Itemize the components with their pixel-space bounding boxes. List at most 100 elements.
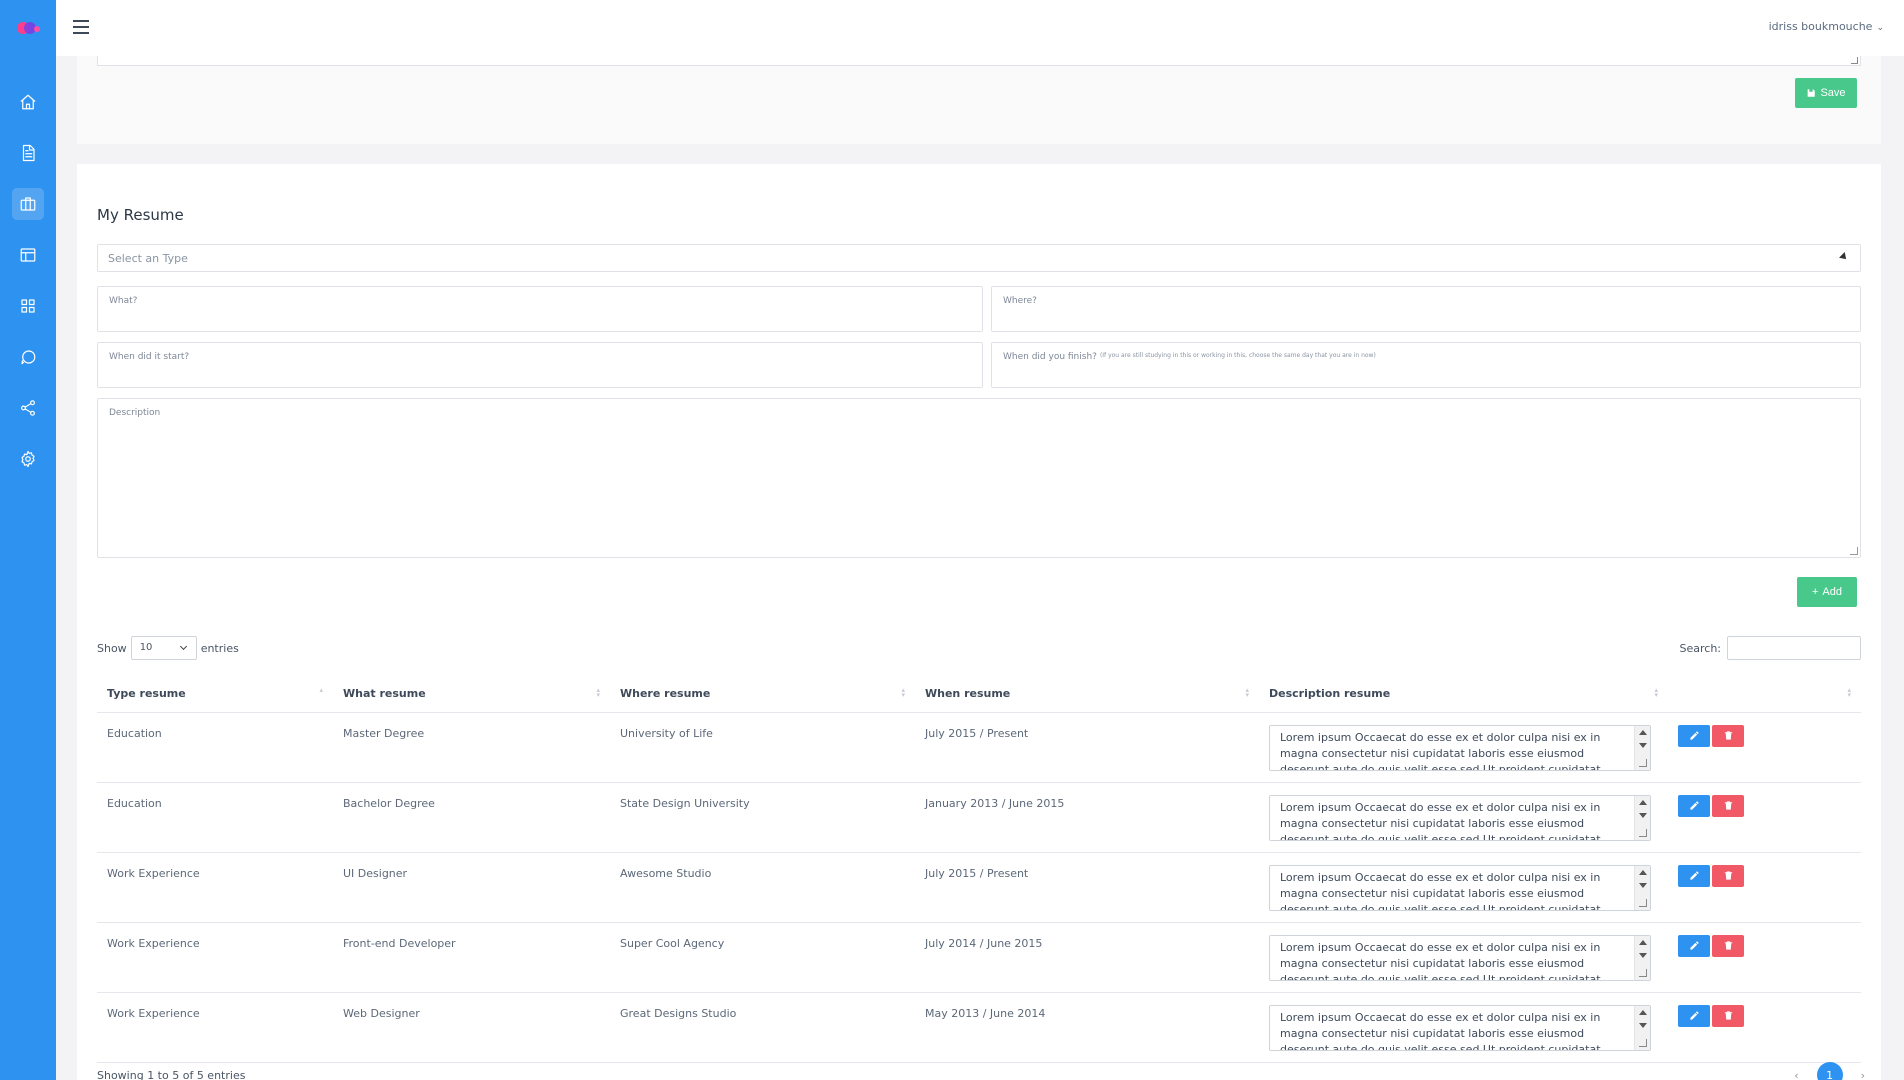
- start-date-field[interactable]: When did it start?: [97, 342, 983, 388]
- page-button-1[interactable]: 1: [1816, 1062, 1843, 1080]
- description-field[interactable]: Description: [97, 398, 1861, 558]
- home-icon[interactable]: [12, 86, 44, 118]
- description-textarea[interactable]: Lorem ipsum Occaecat do esse ex et dolor…: [1269, 1004, 1651, 1051]
- cell-where: University of Life: [610, 712, 915, 783]
- edit-button[interactable]: [1678, 724, 1710, 747]
- cell-where: Super Cool Agency: [610, 922, 915, 993]
- sidebar: [0, 0, 56, 1080]
- description-textarea[interactable]: Lorem ipsum Occaecat do esse ex et dolor…: [1269, 794, 1651, 841]
- scroll-down-icon[interactable]: [1639, 1022, 1647, 1028]
- next-page-button[interactable]: ›: [1861, 1069, 1865, 1080]
- page-length-select[interactable]: 10: [130, 636, 197, 660]
- topbar: idriss boukmouche ⌄: [56, 0, 1904, 56]
- textarea-scrollbar[interactable]: [1634, 795, 1650, 840]
- page-length-control: Show 10 entries: [97, 636, 239, 660]
- resize-handle-icon[interactable]: [1639, 898, 1647, 907]
- column-header-description[interactable]: Description resume ▴ ▾: [1259, 676, 1668, 713]
- edit-button[interactable]: [1678, 864, 1710, 887]
- share-icon[interactable]: [12, 392, 44, 424]
- textarea-scrollbar[interactable]: [1634, 935, 1650, 980]
- user-menu[interactable]: idriss boukmouche ⌄: [1769, 20, 1884, 33]
- description-textarea[interactable]: Lorem ipsum Occaecat do esse ex et dolor…: [1269, 864, 1651, 911]
- scroll-up-icon[interactable]: [1639, 1009, 1647, 1015]
- column-label: Type resume: [107, 687, 186, 701]
- sort-icon: ▴ ▾: [1847, 686, 1851, 699]
- table-row: Work Experience UI Designer Awesome Studio…: [97, 852, 1861, 923]
- description-textarea[interactable]: Lorem ipsum Occaecat do esse ex et dolor…: [1269, 934, 1651, 981]
- select-arrow-icon: [1839, 252, 1849, 262]
- resize-handle-icon[interactable]: [1639, 758, 1647, 767]
- column-header-what[interactable]: What resume ▴ ▾: [333, 676, 610, 713]
- resize-handle-icon[interactable]: [1851, 57, 1858, 64]
- edit-button[interactable]: [1678, 794, 1710, 817]
- scroll-down-icon[interactable]: [1639, 952, 1647, 958]
- edit-button[interactable]: [1678, 934, 1710, 957]
- cell-what: Master Degree: [333, 712, 610, 783]
- column-header-where[interactable]: Where resume ▴ ▾: [610, 676, 915, 713]
- entries-label: entries: [200, 641, 239, 655]
- delete-button[interactable]: [1712, 794, 1744, 817]
- scroll-down-icon[interactable]: [1639, 742, 1647, 748]
- finish-date-field[interactable]: When did you finish? (If you are still st…: [991, 342, 1861, 388]
- cell-when: January 2013 / June 2015: [915, 782, 1259, 853]
- app-logo[interactable]: [17, 20, 41, 36]
- description-textarea[interactable]: Lorem ipsum Occaecat do esse ex et dolor…: [1269, 724, 1651, 771]
- textarea-scrollbar[interactable]: [1634, 1005, 1650, 1050]
- resize-handle-icon[interactable]: [1850, 547, 1858, 555]
- textarea-scrollbar[interactable]: [1634, 725, 1650, 770]
- column-label: Description resume: [1269, 687, 1391, 701]
- add-button[interactable]: + Add: [1797, 577, 1857, 607]
- scroll-up-icon[interactable]: [1639, 799, 1647, 805]
- edit-icon: [1689, 871, 1699, 880]
- prev-page-button[interactable]: ‹: [1794, 1069, 1798, 1080]
- delete-button[interactable]: [1712, 934, 1744, 957]
- where-field[interactable]: Where?: [991, 286, 1861, 332]
- table-info: Showing 1 to 5 of 5 entries: [97, 1069, 246, 1080]
- type-select[interactable]: Select an Type: [97, 244, 1861, 272]
- trash-icon: [1724, 871, 1732, 880]
- resize-handle-icon[interactable]: [1639, 828, 1647, 837]
- edit-button[interactable]: [1678, 1004, 1710, 1027]
- column-header-type[interactable]: Type resume ▴: [97, 676, 333, 713]
- cell-actions: [1668, 852, 1861, 923]
- cell-when: July 2015 / Present: [915, 852, 1259, 923]
- edit-icon: [1689, 941, 1699, 950]
- scroll-up-icon[interactable]: [1639, 869, 1647, 875]
- column-header-actions[interactable]: ▴ ▾: [1668, 676, 1861, 713]
- cell-type: Education: [97, 782, 333, 853]
- delete-button[interactable]: [1712, 724, 1744, 747]
- layout-icon[interactable]: [12, 239, 44, 271]
- grid-icon[interactable]: [12, 290, 44, 322]
- table-header-row: Type resume ▴ What resume ▴ ▾ Where resume ▴…: [97, 676, 1861, 713]
- resize-handle-icon[interactable]: [1639, 1038, 1647, 1047]
- resize-handle-icon[interactable]: [1639, 968, 1647, 977]
- page-length-value: 10: [139, 642, 153, 653]
- profile-textarea[interactable]: [97, 56, 1861, 66]
- textarea-scrollbar[interactable]: [1634, 865, 1650, 910]
- cell-when: May 2013 / June 2014: [915, 992, 1259, 1063]
- what-field[interactable]: What?: [97, 286, 983, 332]
- scroll-up-icon[interactable]: [1639, 729, 1647, 735]
- cell-actions: [1668, 922, 1861, 993]
- trash-icon: [1724, 801, 1732, 810]
- scroll-up-icon[interactable]: [1639, 939, 1647, 945]
- briefcase-icon[interactable]: [12, 188, 44, 220]
- chat-icon[interactable]: [12, 341, 44, 373]
- finish-date-label-text: When did you finish?: [1003, 352, 1097, 362]
- sort-icon: ▴ ▾: [1245, 686, 1249, 699]
- column-header-when[interactable]: When resume ▴ ▾: [915, 676, 1259, 713]
- table-row: Work Experience Web Designer Great Designs…: [97, 992, 1861, 1063]
- menu-toggle-icon[interactable]: [73, 20, 89, 34]
- delete-button[interactable]: [1712, 864, 1744, 887]
- scroll-down-icon[interactable]: [1639, 882, 1647, 888]
- edit-icon: [1689, 801, 1699, 810]
- settings-icon[interactable]: [12, 443, 44, 475]
- chevron-down-icon: ⌄: [1876, 23, 1884, 33]
- document-icon[interactable]: [12, 137, 44, 169]
- save-button[interactable]: Save: [1795, 78, 1857, 108]
- delete-button[interactable]: [1712, 1004, 1744, 1027]
- description-text: Lorem ipsum Occaecat do esse ex et dolor…: [1280, 1010, 1601, 1051]
- search-input[interactable]: [1727, 636, 1861, 660]
- scroll-down-icon[interactable]: [1639, 812, 1647, 818]
- cell-description: Lorem ipsum Occaecat do esse ex et dolor…: [1259, 712, 1668, 783]
